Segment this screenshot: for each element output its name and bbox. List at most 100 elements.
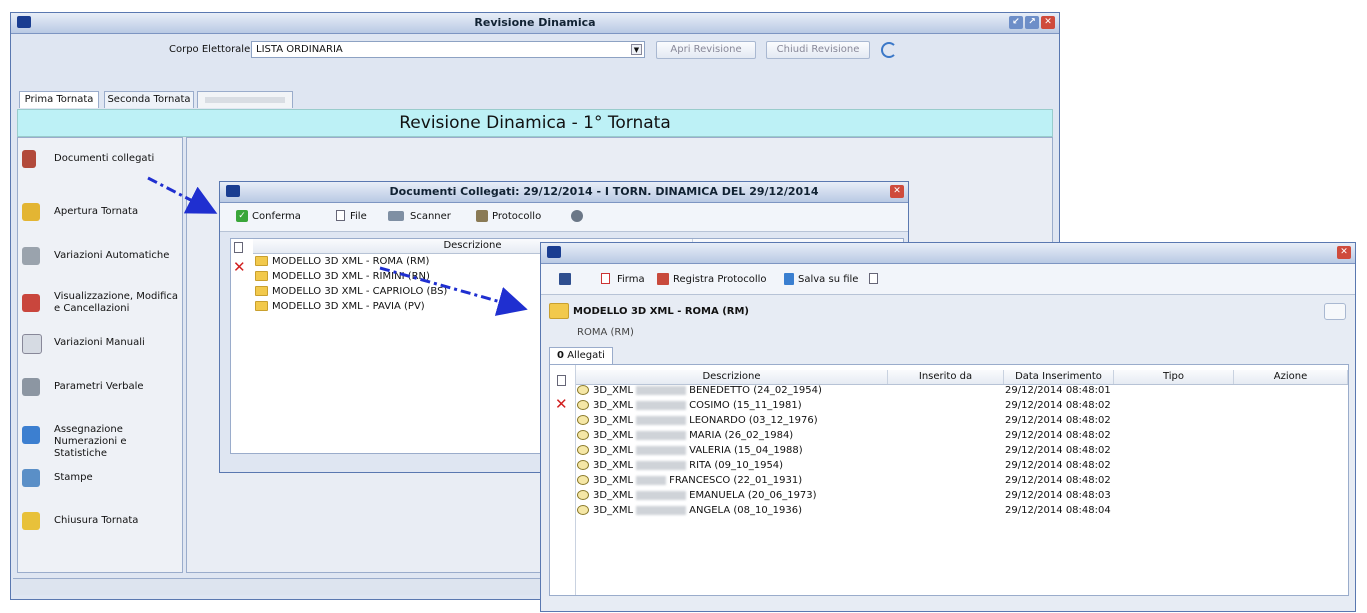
redacted-text bbox=[636, 505, 687, 515]
sidebar-item-parametri[interactable]: Parametri Verbale bbox=[22, 378, 182, 400]
firma-button[interactable]: Firma bbox=[617, 274, 645, 285]
padlock-open-icon bbox=[22, 203, 40, 221]
folder-icon bbox=[255, 271, 268, 281]
row-date: 29/12/2014 08:48:02 bbox=[1005, 400, 1111, 411]
list-item[interactable]: MODELLO 3D XML - PAVIA (PV) bbox=[255, 301, 425, 312]
maximize-button[interactable]: ↗ bbox=[1025, 16, 1039, 29]
file-button[interactable]: File bbox=[350, 211, 367, 222]
download-icon bbox=[784, 273, 794, 285]
padlock-closed-icon bbox=[22, 512, 40, 530]
folder-icon bbox=[255, 301, 268, 311]
file-icon bbox=[336, 210, 345, 221]
col-inserito-da[interactable]: Inserito da bbox=[888, 370, 1004, 384]
folder-header: MODELLO 3D XML - ROMA (RM) ROMA (RM) bbox=[549, 301, 1349, 341]
main-titlebar[interactable]: Revisione Dinamica ↙ ↗ ✕ bbox=[11, 13, 1059, 34]
docs-close-button[interactable]: ✕ bbox=[890, 185, 904, 198]
chiudi-revisione-button[interactable]: Chiudi Revisione bbox=[766, 41, 870, 59]
tab-seconda-tornata[interactable]: Seconda Tornata bbox=[104, 91, 194, 108]
tab-allegati[interactable]: 0 Allegati bbox=[549, 347, 613, 364]
folder-icon bbox=[255, 256, 268, 266]
refresh-icon[interactable] bbox=[881, 42, 897, 58]
col-descrizione[interactable]: Descrizione bbox=[576, 370, 888, 384]
scanner-button[interactable]: Scanner bbox=[410, 211, 451, 222]
xml-file-icon bbox=[577, 505, 589, 515]
conferma-button[interactable]: Conferma bbox=[252, 211, 301, 222]
book-icon bbox=[22, 150, 36, 168]
row-date: 29/12/2014 08:48:03 bbox=[1005, 490, 1111, 501]
docs-titlebar[interactable]: Documenti Collegati: 29/12/2014 - I TORN… bbox=[220, 182, 908, 203]
registra-protocollo-button[interactable]: Registra Protocollo bbox=[673, 274, 767, 285]
pencil-paper-icon bbox=[22, 334, 42, 354]
minimize-button[interactable]: ↙ bbox=[1009, 16, 1023, 29]
folder-icon bbox=[549, 303, 569, 319]
allegati-count: 0 bbox=[557, 350, 565, 361]
new-allegato-icon[interactable] bbox=[557, 375, 566, 386]
sidebar-item-documenti[interactable]: Documenti collegati bbox=[22, 150, 182, 172]
save-icon[interactable] bbox=[559, 273, 571, 285]
col-azione[interactable]: Azione bbox=[1234, 370, 1348, 384]
sidebar-item-apertura[interactable]: Apertura Tornata bbox=[22, 203, 182, 225]
detail-titlebar[interactable]: ✕ bbox=[541, 243, 1355, 264]
edit-icon bbox=[22, 294, 40, 312]
detail-app-icon bbox=[547, 246, 561, 258]
folder-icon bbox=[255, 286, 268, 296]
redacted-text bbox=[636, 430, 687, 440]
table-row[interactable]: 3D_XML FRANCESCO (22_01_1931) bbox=[577, 475, 802, 486]
delete-icon[interactable]: ✕ bbox=[233, 258, 246, 276]
firma-icon bbox=[601, 273, 610, 284]
new-doc-icon[interactable] bbox=[234, 242, 243, 253]
docs-title: Documenti Collegati: 29/12/2014 - I TORN… bbox=[389, 185, 819, 198]
table-row[interactable]: 3D_XML LEONARDO (03_12_1976) bbox=[577, 415, 818, 426]
row-date: 29/12/2014 08:48:02 bbox=[1005, 445, 1111, 456]
redacted-text bbox=[636, 460, 687, 470]
redacted-text bbox=[636, 445, 687, 455]
xml-file-icon bbox=[577, 385, 589, 395]
calculator-icon bbox=[22, 426, 40, 444]
sidebar-item-assegnazione[interactable]: Assegnazione Numerazioni e Statistiche bbox=[22, 423, 182, 459]
xml-file-icon bbox=[577, 490, 589, 500]
table-row[interactable]: 3D_XML BENEDETTO (24_02_1954) bbox=[577, 385, 822, 396]
detail-close-button[interactable]: ✕ bbox=[1337, 246, 1351, 259]
corpo-select[interactable]: LISTA ORDINARIA ▼ bbox=[251, 41, 645, 58]
xml-file-icon bbox=[577, 430, 589, 440]
folder-subtitle: ROMA (RM) bbox=[577, 327, 634, 338]
row-date: 29/12/2014 08:48:02 bbox=[1005, 415, 1111, 426]
apri-revisione-button[interactable]: Apri Revisione bbox=[656, 41, 756, 59]
corpo-label: Corpo Elettorale bbox=[169, 44, 251, 55]
allegati-header: Descrizione Inserito da Data Inserimento… bbox=[576, 370, 1348, 385]
redacted-text bbox=[636, 415, 687, 425]
sidebar-item-visualizzazione[interactable]: Visualizzazione, Modifica e Cancellazion… bbox=[22, 290, 182, 318]
docs-toolbar: ✓ Conferma File Scanner Protocollo bbox=[220, 203, 908, 232]
table-row[interactable]: 3D_XML MARIA (26_02_1984) bbox=[577, 430, 793, 441]
salva-su-file-button[interactable]: Salva su file bbox=[798, 274, 858, 285]
col-tipo[interactable]: Tipo bbox=[1114, 370, 1234, 384]
col-data-inserimento[interactable]: Data Inserimento bbox=[1004, 370, 1114, 384]
list-item[interactable]: MODELLO 3D XML - CAPRIOLO (BS) bbox=[255, 286, 447, 297]
delete-allegato-icon[interactable]: ✕ bbox=[555, 395, 568, 413]
table-row[interactable]: 3D_XML RITA (09_10_1954) bbox=[577, 460, 783, 471]
table-row[interactable]: 3D_XML ANGELA (08_10_1936) bbox=[577, 505, 802, 516]
corpo-value: LISTA ORDINARIA bbox=[256, 44, 343, 55]
list-item[interactable]: MODELLO 3D XML - ROMA (RM) bbox=[255, 256, 429, 267]
row-date: 29/12/2014 08:48:01 bbox=[1005, 385, 1111, 396]
protocollo-button[interactable]: Protocollo bbox=[492, 211, 541, 222]
sidebar-item-variazioni-manuali[interactable]: Variazioni Manuali bbox=[22, 334, 182, 356]
scanner-icon bbox=[388, 211, 404, 221]
tab-prima-tornata[interactable]: Prima Tornata bbox=[19, 91, 99, 108]
table-row[interactable]: 3D_XML VALERIA (15_04_1988) bbox=[577, 445, 803, 456]
close-button[interactable]: ✕ bbox=[1041, 16, 1055, 29]
sidebar-item-stampe[interactable]: Stampe bbox=[22, 469, 182, 491]
sidebar-item-variazioni-automatiche[interactable]: Variazioni Automatiche bbox=[22, 247, 182, 269]
allegati-rows: 3D_XML BENEDETTO (24_02_1954) 29/12/2014 … bbox=[575, 385, 1355, 545]
table-row[interactable]: 3D_XML EMANUELA (20_06_1973) bbox=[577, 490, 817, 501]
tools-icon bbox=[22, 378, 40, 396]
globe-icon[interactable] bbox=[571, 210, 583, 222]
table-row[interactable]: 3D_XML COSIMO (15_11_1981) bbox=[577, 400, 802, 411]
xml-file-icon bbox=[577, 460, 589, 470]
document-icon[interactable] bbox=[869, 273, 878, 284]
chevron-down-icon[interactable]: ▼ bbox=[631, 44, 642, 55]
list-item[interactable]: MODELLO 3D XML - RIMINI (RN) bbox=[255, 271, 430, 282]
sidebar-item-chiusura[interactable]: Chiusura Tornata bbox=[22, 512, 182, 534]
xml-file-icon bbox=[577, 415, 589, 425]
export-icon[interactable] bbox=[1324, 303, 1346, 320]
